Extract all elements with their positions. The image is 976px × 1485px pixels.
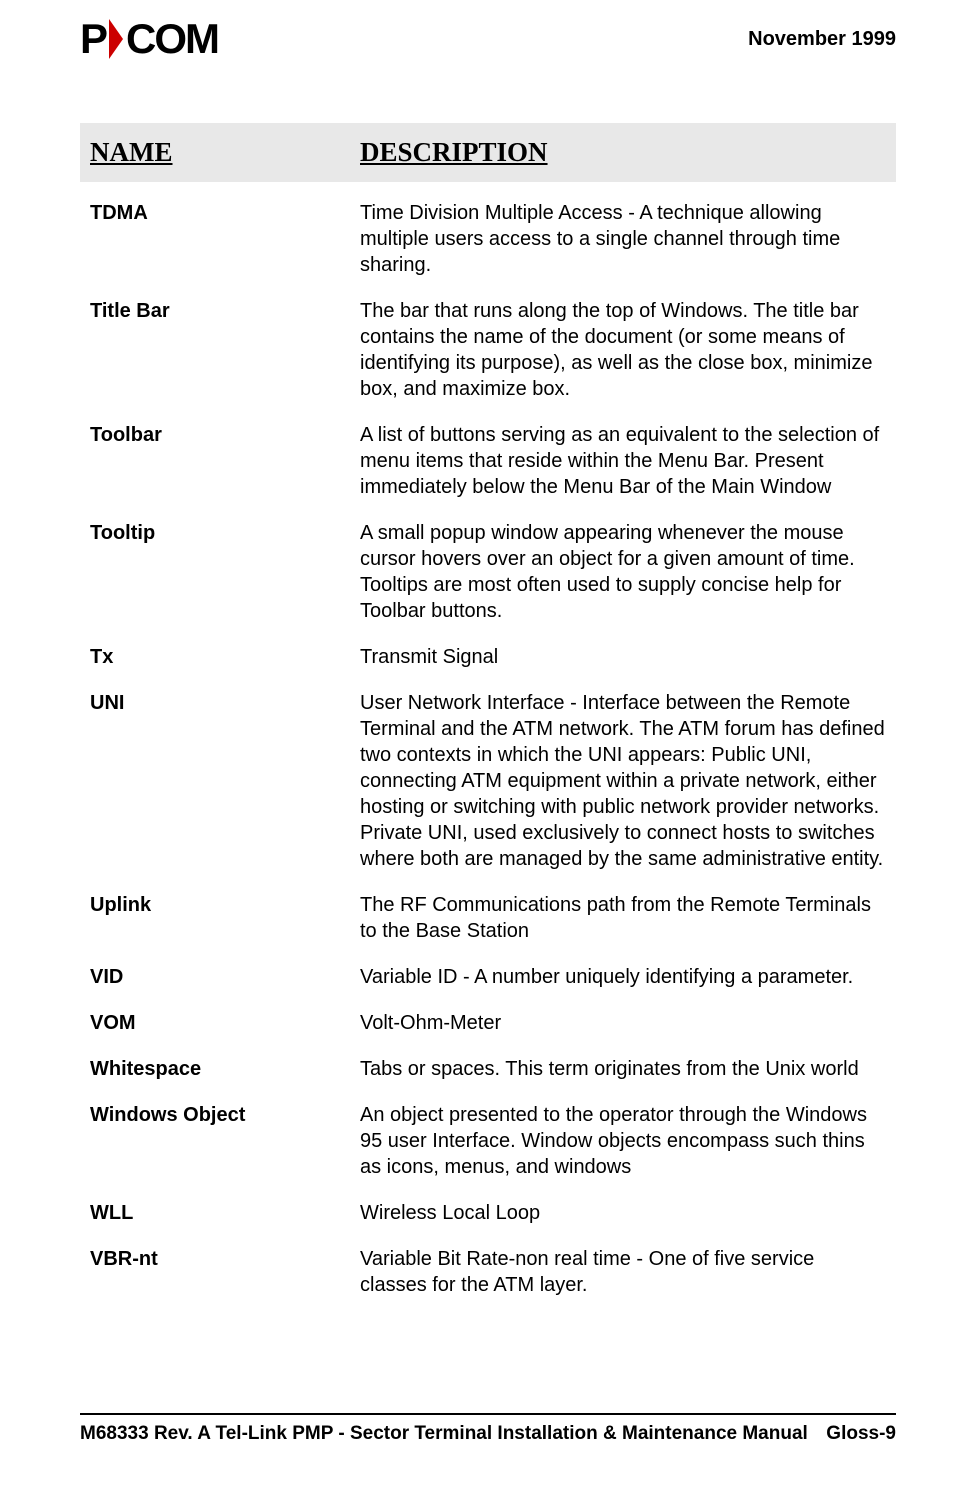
glossary-definition: The RF Communications path from the Remo… <box>360 892 886 944</box>
glossary-definition: A list of buttons serving as an equivale… <box>360 422 886 500</box>
glossary-row: TooltipA small popup window appearing wh… <box>80 510 896 634</box>
glossary-table-header: NAME DESCRIPTION <box>80 123 896 182</box>
glossary-term: VBR-nt <box>90 1246 360 1272</box>
glossary-row: UplinkThe RF Communications path from th… <box>80 882 896 954</box>
glossary-row: VBR-ntVariable Bit Rate-non real time - … <box>80 1236 896 1308</box>
logo-arrow-icon <box>109 19 123 59</box>
glossary-row: Windows ObjectAn object presented to the… <box>80 1092 896 1190</box>
logo-letters-com: COM <box>126 15 218 63</box>
glossary-definition: Variable Bit Rate-non real time - One of… <box>360 1246 886 1298</box>
glossary-term: Title Bar <box>90 298 360 324</box>
glossary-term: VID <box>90 964 360 990</box>
glossary-row: ToolbarA list of buttons serving as an e… <box>80 412 896 510</box>
column-header-description: DESCRIPTION <box>360 137 886 168</box>
glossary-term: Tooltip <box>90 520 360 546</box>
glossary-row: WhitespaceTabs or spaces. This term orig… <box>80 1046 896 1092</box>
document-date: November 1999 <box>748 28 896 51</box>
glossary-definition: Variable ID - A number uniquely identify… <box>360 964 886 990</box>
logo-letter-p: P <box>80 15 106 63</box>
glossary-definition: Time Division Multiple Access - A techni… <box>360 200 886 278</box>
page-footer: M68333 Rev. A Tel-Link PMP - Sector Term… <box>80 1413 896 1445</box>
glossary-row: VIDVariable ID - A number uniquely ident… <box>80 954 896 1000</box>
glossary-term: TDMA <box>90 200 360 226</box>
glossary-row: TDMATime Division Multiple Access - A te… <box>80 190 896 288</box>
glossary-term: VOM <box>90 1010 360 1036</box>
glossary-definition: Wireless Local Loop <box>360 1200 886 1226</box>
footer-page-number: Gloss-9 <box>826 1423 896 1445</box>
glossary-row: Title BarThe bar that runs along the top… <box>80 288 896 412</box>
glossary-definition: Tabs or spaces. This term originates fro… <box>360 1056 886 1082</box>
glossary-row: VOMVolt-Ohm-Meter <box>80 1000 896 1046</box>
glossary-term: Tx <box>90 644 360 670</box>
glossary-definition: An object presented to the operator thro… <box>360 1102 886 1180</box>
glossary-term: UNI <box>90 690 360 716</box>
glossary-definition: Volt-Ohm-Meter <box>360 1010 886 1036</box>
glossary-row: UNIUser Network Interface - Interface be… <box>80 680 896 882</box>
glossary-definition: The bar that runs along the top of Windo… <box>360 298 886 402</box>
footer-manual-title: M68333 Rev. A Tel-Link PMP - Sector Term… <box>80 1423 808 1445</box>
glossary-term: Whitespace <box>90 1056 360 1082</box>
column-header-name: NAME <box>90 137 360 168</box>
page-header: P COM November 1999 <box>80 15 896 63</box>
glossary-definition: Transmit Signal <box>360 644 886 670</box>
glossary-term: Uplink <box>90 892 360 918</box>
glossary-body: TDMATime Division Multiple Access - A te… <box>80 190 896 1308</box>
glossary-definition: A small popup window appearing whenever … <box>360 520 886 624</box>
glossary-term: WLL <box>90 1200 360 1226</box>
glossary-term: Windows Object <box>90 1102 360 1128</box>
glossary-definition: User Network Interface - Interface betwe… <box>360 690 886 872</box>
glossary-term: Toolbar <box>90 422 360 448</box>
glossary-row: TxTransmit Signal <box>80 634 896 680</box>
pcom-logo: P COM <box>80 15 218 63</box>
glossary-row: WLLWireless Local Loop <box>80 1190 896 1236</box>
